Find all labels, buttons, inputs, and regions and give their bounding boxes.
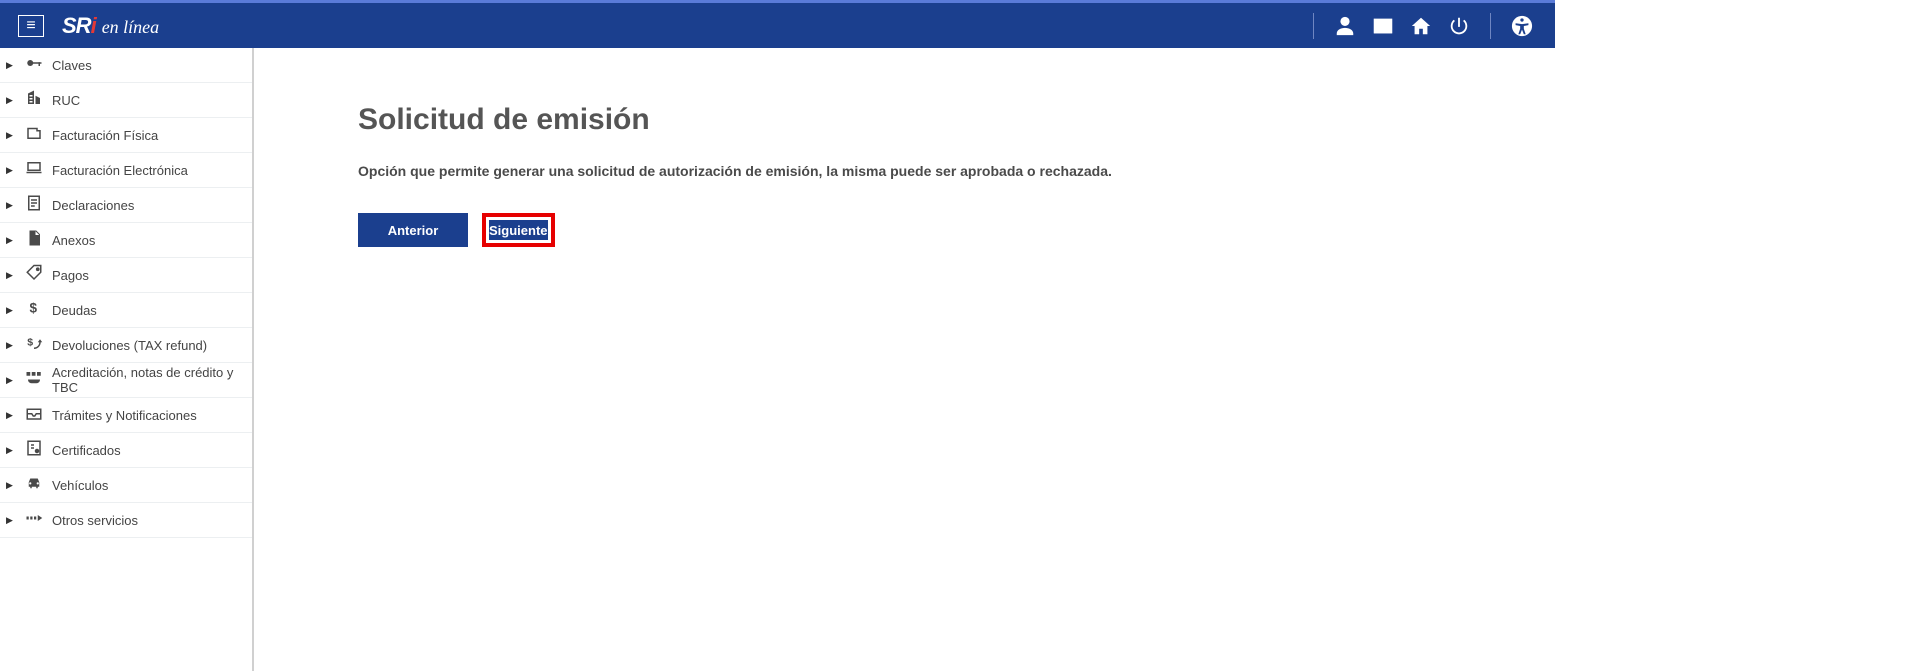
more-icon	[22, 509, 46, 532]
chevron-right-icon: ▶	[6, 515, 16, 526]
chevron-right-icon: ▶	[6, 95, 16, 106]
sidebar-item-tramites[interactable]: ▶ Trámites y Notificaciones	[0, 398, 252, 433]
car-icon	[22, 474, 46, 497]
tag-icon	[22, 264, 46, 287]
chevron-right-icon: ▶	[6, 60, 16, 71]
page-title: Solicitud de emisión	[358, 103, 1555, 137]
accessibility-icon[interactable]	[1509, 13, 1535, 39]
certificate-icon	[22, 439, 46, 462]
key-icon	[22, 54, 46, 77]
sidebar-item-vehiculos[interactable]: ▶ Vehículos	[0, 468, 252, 503]
sidebar-item-deudas[interactable]: ▶ $ Deudas	[0, 293, 252, 328]
sidebar-item-label: Facturación Física	[52, 128, 242, 143]
previous-button[interactable]: Anterior	[358, 213, 468, 247]
credit-note-icon	[22, 369, 46, 392]
chevron-right-icon: ▶	[6, 445, 16, 456]
wizard-buttons: Anterior Siguiente	[358, 213, 1555, 247]
chevron-right-icon: ▶	[6, 235, 16, 246]
brand-name-part1: SR	[62, 13, 91, 38]
page-description: Opción que permite generar una solicitud…	[358, 163, 1555, 179]
svg-text:$: $	[30, 300, 38, 315]
sidebar-item-declaraciones[interactable]: ▶ Declaraciones	[0, 188, 252, 223]
sidebar-item-facturacion-electronica[interactable]: ▶ Facturación Electrónica	[0, 153, 252, 188]
topbar-separator	[1490, 13, 1491, 39]
brand-subtitle: en línea	[102, 17, 159, 38]
building-icon	[22, 89, 46, 112]
sidebar-item-certificados[interactable]: ▶ Certificados	[0, 433, 252, 468]
receipt-icon	[22, 124, 46, 147]
chevron-right-icon: ▶	[6, 375, 16, 386]
laptop-icon	[22, 159, 46, 182]
sidebar-item-label: Acreditación, notas de crédito y TBC	[52, 365, 242, 395]
document-icon	[22, 229, 46, 252]
chevron-right-icon: ▶	[6, 200, 16, 211]
sidebar-item-facturacion-fisica[interactable]: ▶ Facturación Física	[0, 118, 252, 153]
form-icon	[22, 194, 46, 217]
body-wrap: ▶ Claves ▶ RUC ▶ Facturación Física ▶	[0, 48, 1555, 671]
sidebar-item-claves[interactable]: ▶ Claves	[0, 48, 252, 83]
sidebar-item-anexos[interactable]: ▶ Anexos	[0, 223, 252, 258]
menu-toggle-button[interactable]: ≡	[18, 15, 44, 37]
mail-icon[interactable]	[1370, 13, 1396, 39]
brand-logo[interactable]: SRi en línea	[62, 13, 159, 39]
sidebar-item-otros[interactable]: ▶ Otros servicios	[0, 503, 252, 538]
chevron-right-icon: ▶	[6, 480, 16, 491]
topbar: ≡ SRi en línea	[0, 0, 1555, 48]
dollar-refund-icon: $	[22, 334, 46, 357]
sidebar-item-label: Pagos	[52, 268, 242, 283]
sidebar-item-label: Facturación Electrónica	[52, 163, 242, 178]
topbar-separator	[1313, 13, 1314, 39]
chevron-right-icon: ▶	[6, 165, 16, 176]
svg-text:$: $	[27, 336, 33, 348]
sidebar: ▶ Claves ▶ RUC ▶ Facturación Física ▶	[0, 48, 254, 671]
chevron-right-icon: ▶	[6, 270, 16, 281]
topbar-right	[1301, 13, 1541, 39]
sidebar-item-acreditacion[interactable]: ▶ Acreditación, notas de crédito y TBC	[0, 363, 252, 398]
sidebar-item-label: Declaraciones	[52, 198, 242, 213]
sidebar-item-label: Devoluciones (TAX refund)	[52, 338, 242, 353]
chevron-right-icon: ▶	[6, 305, 16, 316]
sidebar-item-label: Deudas	[52, 303, 242, 318]
sidebar-item-label: Vehículos	[52, 478, 242, 493]
hamburger-icon: ≡	[26, 17, 35, 35]
sidebar-item-label: Claves	[52, 58, 242, 73]
home-icon[interactable]	[1408, 13, 1434, 39]
chevron-right-icon: ▶	[6, 340, 16, 351]
sidebar-item-devoluciones[interactable]: ▶ $ Devoluciones (TAX refund)	[0, 328, 252, 363]
next-button[interactable]: Siguiente	[489, 220, 548, 240]
sidebar-item-label: RUC	[52, 93, 242, 108]
sidebar-item-label: Trámites y Notificaciones	[52, 408, 242, 423]
dollar-icon: $	[22, 299, 46, 322]
sidebar-item-label: Certificados	[52, 443, 242, 458]
topbar-left: ≡ SRi en línea	[18, 13, 159, 39]
brand-name-part2: i	[91, 13, 96, 38]
sidebar-item-pagos[interactable]: ▶ Pagos	[0, 258, 252, 293]
main-content: Solicitud de emisión Opción que permite …	[254, 48, 1555, 671]
sidebar-item-ruc[interactable]: ▶ RUC	[0, 83, 252, 118]
user-icon[interactable]	[1332, 13, 1358, 39]
next-button-highlight: Siguiente	[482, 213, 555, 247]
sidebar-item-label: Anexos	[52, 233, 242, 248]
inbox-icon	[22, 404, 46, 427]
sidebar-item-label: Otros servicios	[52, 513, 242, 528]
chevron-right-icon: ▶	[6, 410, 16, 421]
chevron-right-icon: ▶	[6, 130, 16, 141]
power-icon[interactable]	[1446, 13, 1472, 39]
